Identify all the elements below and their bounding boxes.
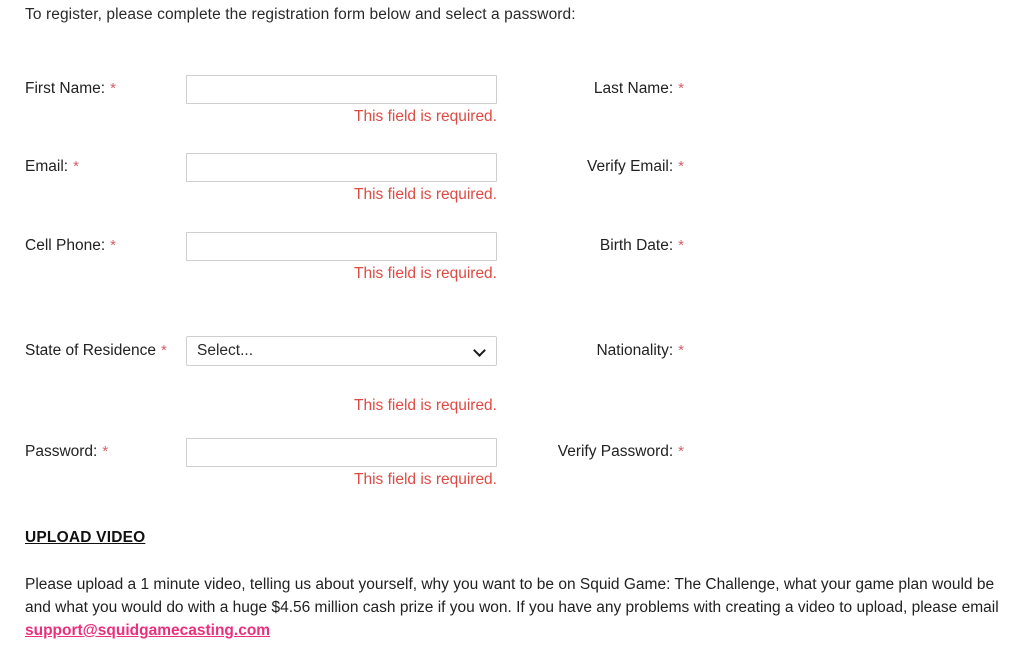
required-asterisk: * [160,342,167,359]
state-of-residence-label: State of Residence * [25,342,167,359]
form-row-state-nationality: State of Residence * Select... This field… [0,322,1024,423]
intro-text: To register, please complete the registr… [25,6,576,23]
verify-email-label: Verify Email: * [587,158,684,175]
form-fields-area: First Name: * This field is required. Las… [0,60,1024,501]
verify-password-label: Verify Password: * [557,443,684,460]
required-asterisk: * [678,158,684,175]
required-asterisk: * [678,237,684,254]
cell-phone-error: This field is required. [353,265,497,282]
password-label: Password: * [25,443,109,460]
required-asterisk: * [73,158,79,175]
state-of-residence-error: This field is required. [353,397,497,414]
upload-video-instructions: Please upload a 1 minute video, telling … [25,573,1013,642]
form-row-email: Email: * This field is required. Verify E… [0,138,1024,217]
upload-video-instructions-text: Please upload a 1 minute video, telling … [25,576,999,616]
upload-video-heading: UPLOAD VIDEO [25,529,146,546]
first-name-input[interactable] [186,75,497,104]
cell-phone-label: Cell Phone: * [25,237,116,254]
required-asterisk: * [678,342,684,359]
email-input[interactable] [186,153,497,182]
state-of-residence-selected-value: Select... [197,342,253,359]
password-error: This field is required. [353,471,497,488]
cell-phone-input[interactable] [186,232,497,261]
first-name-label: First Name: * [25,80,116,97]
nationality-label: Nationality: * [596,342,684,359]
registration-form-page: To register, please complete the registr… [0,0,1024,660]
first-name-error: This field is required. [353,108,497,125]
required-asterisk: * [110,80,116,97]
form-row-phone-birthdate: Cell Phone: * This field is required. Bir… [0,217,1024,322]
chevron-down-icon [474,345,486,357]
form-row-name: First Name: * This field is required. Las… [0,60,1024,138]
support-email-link[interactable]: support@squidgamecasting.com [25,622,270,639]
last-name-label: Last Name: * [593,80,684,97]
email-error: This field is required. [353,186,497,203]
required-asterisk: * [678,80,684,97]
form-row-password: Password: * This field is required. Verif… [0,423,1024,501]
password-input[interactable] [186,438,497,467]
required-asterisk: * [678,443,684,460]
birth-date-label: Birth Date: * [599,237,684,254]
email-label: Email: * [25,158,79,175]
required-asterisk: * [110,237,116,254]
state-of-residence-select[interactable]: Select... [186,336,497,366]
required-asterisk: * [102,443,109,460]
